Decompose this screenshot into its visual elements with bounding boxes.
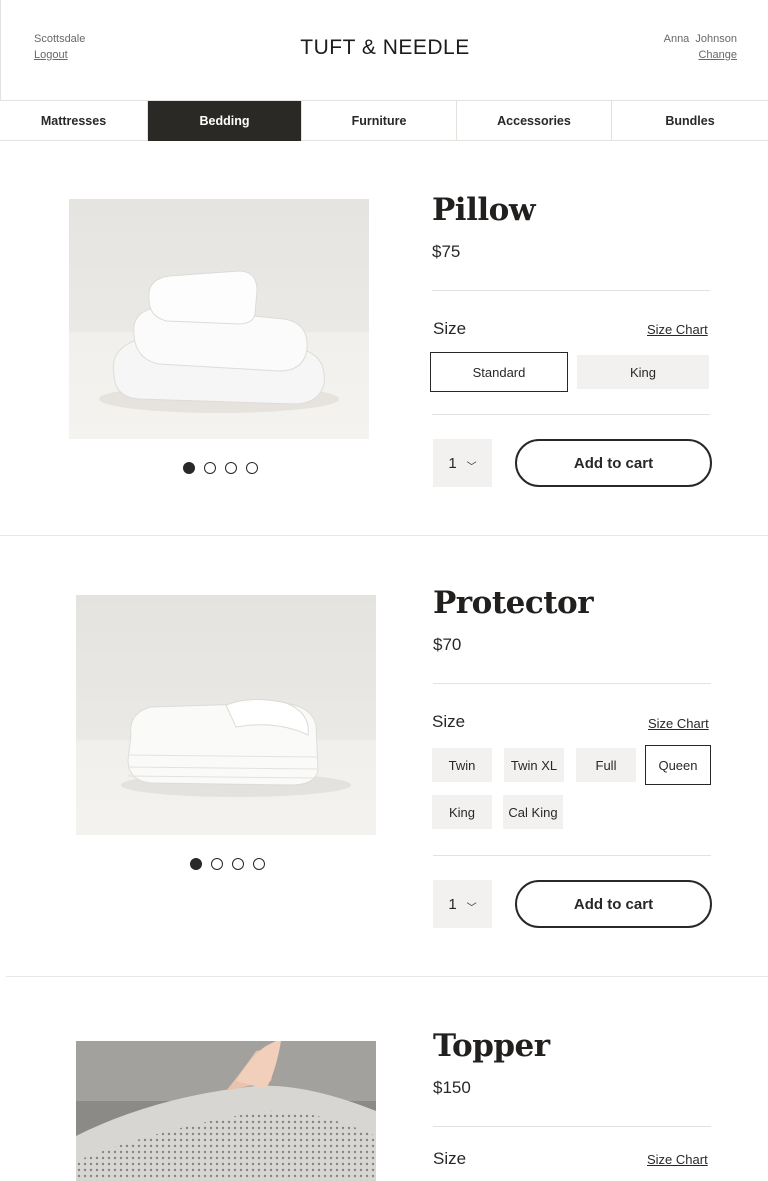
section-divider [0,535,768,536]
size-option-label: Full [595,757,617,773]
carousel-dot[interactable] [246,462,258,474]
size-option-full[interactable]: Full [576,748,636,782]
button-label: Add to cart [573,895,654,913]
divider [432,414,710,415]
size-label: Size [433,319,467,338]
size-chart-link[interactable]: Size Chart [647,322,708,337]
add-to-cart-button[interactable]: Add to cart [515,880,712,928]
product-price: $150 [433,1078,471,1097]
add-to-cart-button[interactable]: Add to cart [515,439,712,487]
divider [433,1126,711,1127]
divider [433,855,711,856]
size-option-twin-xl[interactable]: Twin XL [504,748,564,782]
pillow-photo [69,199,369,439]
size-chart-link[interactable]: Size Chart [648,716,709,731]
pillow-image[interactable] [69,199,369,439]
protector-image[interactable] [76,595,376,835]
quantity-value: 1 [448,454,457,472]
nav-label: Accessories [497,114,571,128]
site-header: Scottsdale Logout TUFT & NEEDLE Anna Joh… [0,0,768,100]
carousel-dot[interactable] [253,858,265,870]
size-option-label: Cal King [508,804,558,820]
size-label: Size [432,712,466,731]
size-option-label: King [448,804,476,820]
size-option-label: Queen [658,757,698,773]
topper-photo [76,1041,376,1181]
quantity-value: 1 [448,895,457,913]
carousel-dot[interactable] [225,462,237,474]
size-option-king[interactable]: King [432,795,492,829]
protector-photo [76,595,376,835]
brand-logo[interactable]: TUFT & NEEDLE [1,36,768,60]
product-price: $70 [433,635,462,654]
nav-label: Bundles [665,114,715,128]
carousel-dot[interactable] [183,462,195,474]
divider [432,290,710,291]
carousel-dot[interactable] [204,462,216,474]
nav-label: Mattresses [40,114,107,128]
size-option-label: Twin [448,757,476,773]
change-user-link[interactable]: Change [664,47,737,63]
user-info: Anna Johnson Change [664,31,737,63]
product-title: Protector [433,585,594,621]
size-option-label: King [629,364,657,380]
size-option-queen[interactable]: Queen [645,745,711,785]
quantity-select[interactable]: 1 ﹀ [433,439,492,487]
section-divider [6,976,768,977]
nav-label: Furniture [351,114,407,128]
logo-text: TUFT & NEEDLE [300,36,470,59]
user-name: Anna Johnson [663,33,737,45]
size-option-twin[interactable]: Twin [432,748,492,782]
button-label: Add to cart [573,454,654,472]
topper-image[interactable] [76,1041,376,1181]
product-title: Pillow [432,192,536,228]
size-option-cal-king[interactable]: Cal King [503,795,563,829]
product-title: Topper [433,1028,550,1064]
divider [433,683,711,684]
size-option-standard[interactable]: Standard [430,352,568,392]
chevron-down-icon: ﹀ [466,461,477,473]
nav-label: Bedding [199,114,250,128]
nav-item-bundles[interactable]: Bundles [612,101,768,141]
nav-item-bedding[interactable]: Bedding [148,101,302,141]
carousel-dot[interactable] [211,858,223,870]
carousel-dot[interactable] [232,858,244,870]
nav-item-accessories[interactable]: Accessories [457,101,612,141]
quantity-select[interactable]: 1 ﹀ [433,880,492,928]
size-chart-link[interactable]: Size Chart [647,1152,708,1167]
carousel-dot[interactable] [190,858,202,870]
pillow-carousel-dots [183,462,258,474]
size-label: Size [433,1149,467,1168]
size-option-label: Twin XL [510,757,558,773]
category-nav: Mattresses Bedding Furniture Accessories… [0,100,768,141]
nav-item-mattresses[interactable]: Mattresses [0,101,148,141]
size-option-label: Standard [472,364,526,380]
chevron-down-icon: ﹀ [466,902,477,914]
nav-item-furniture[interactable]: Furniture [302,101,457,141]
product-price: $75 [432,242,461,261]
size-option-king[interactable]: King [577,355,709,389]
protector-carousel-dots [190,858,265,870]
